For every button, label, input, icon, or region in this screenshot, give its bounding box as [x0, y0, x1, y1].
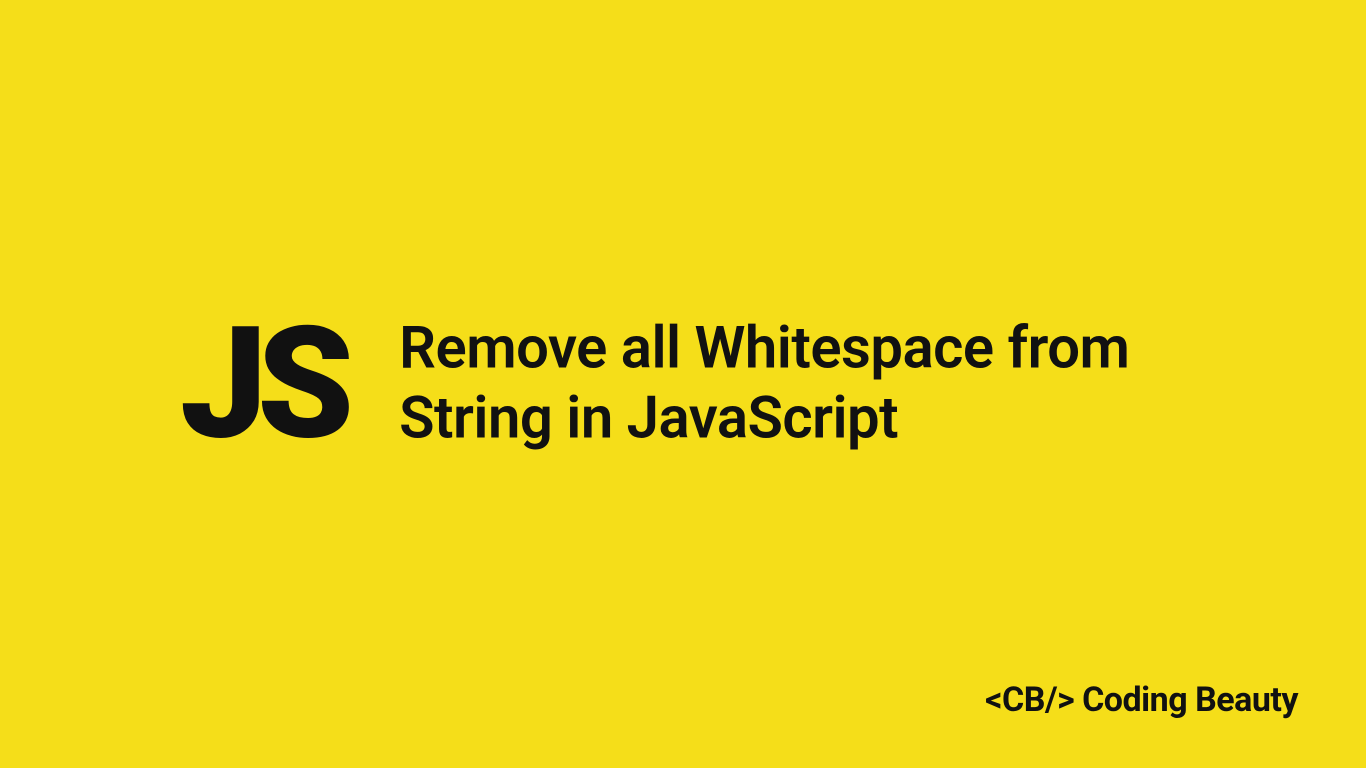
hero-content: JS Remove all Whitespace from String in …	[0, 307, 1366, 462]
branding-text: <CB/> Coding Beauty	[985, 680, 1298, 720]
headline-text: Remove all Whitespace from String in Jav…	[399, 314, 1286, 453]
js-logo: JS	[180, 307, 344, 462]
